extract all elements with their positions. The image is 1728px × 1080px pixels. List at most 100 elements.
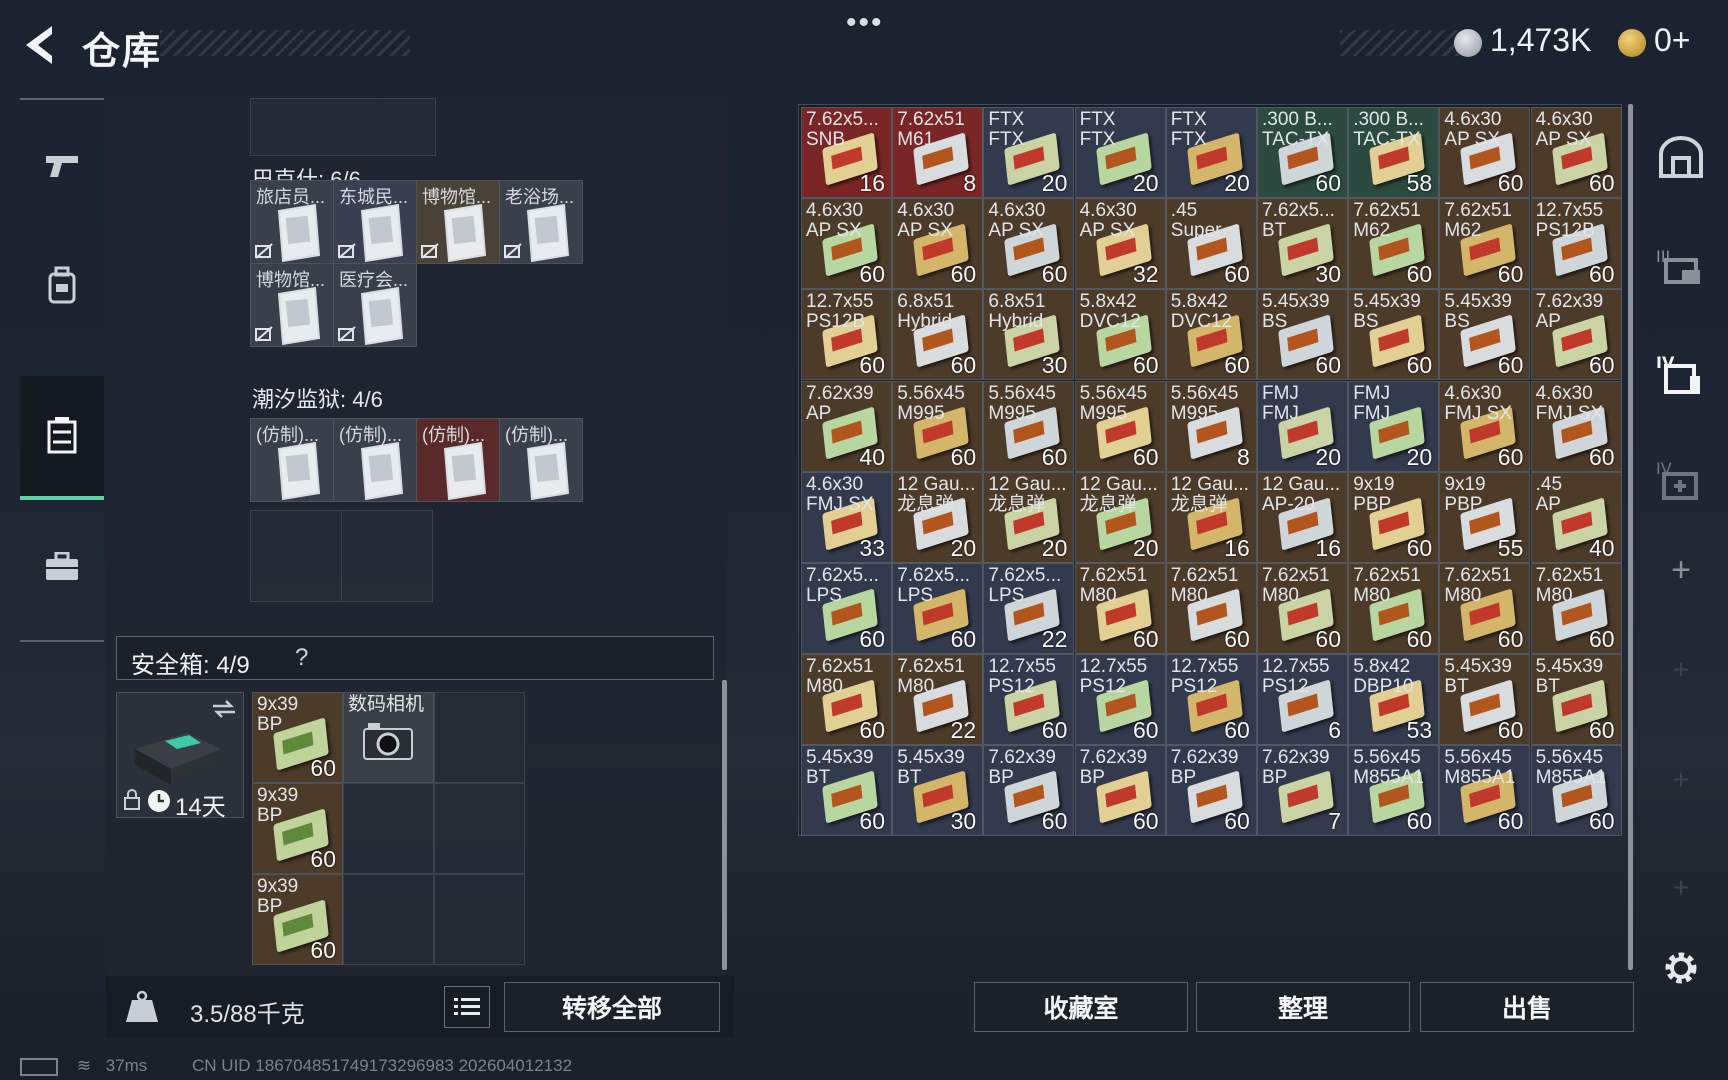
ammo-cell[interactable]: 4.6x30 FMJ SX 60 (1530, 380, 1622, 472)
ammo-cell[interactable]: 7.62x39 BP 60 (1165, 745, 1257, 837)
ammo-cell[interactable]: FTX FTX 20 (1165, 107, 1257, 198)
ammo-cell[interactable]: 4.6x30 AP SX 60 (1530, 107, 1622, 198)
ammo-cell[interactable]: 12.7x55 PS12B 60 (1530, 198, 1622, 290)
collection-room-button[interactable]: 收藏室 (974, 982, 1188, 1032)
safebox-item[interactable]: 数码相机 (343, 692, 434, 783)
nav-weapons[interactable] (20, 110, 104, 220)
ammo-cell[interactable]: 4.6x30 FMJ SX 60 (1439, 380, 1531, 472)
key-item[interactable]: (仿制)... (499, 418, 583, 502)
ammo-cell[interactable]: 5.56x45 M995 60 (983, 380, 1075, 472)
ammo-cell[interactable]: 5.56x45 M855A1 60 (1530, 745, 1622, 837)
key-item[interactable]: (仿制)... (416, 418, 500, 502)
gold-coin-icon[interactable] (1618, 29, 1646, 57)
ammo-cell[interactable]: 4.6x30 AP SX 60 (1439, 107, 1531, 198)
key-item[interactable]: 老浴场... (499, 180, 583, 264)
ammo-cell[interactable]: 7.62x51 M80 60 (1257, 563, 1348, 654)
ammo-cell[interactable]: 5.45x39 BS 60 (1348, 289, 1440, 381)
key-item[interactable]: 东城民... (333, 180, 417, 264)
empty-slot[interactable] (250, 510, 342, 602)
safebox-item[interactable]: 9x39 BP 60 (252, 783, 343, 874)
ammo-cell[interactable]: 7.62x51 M62 60 (1348, 198, 1440, 290)
ammo-cell[interactable]: 5.45x39 BT 60 (801, 745, 892, 837)
ammo-cell[interactable]: 7.62x51 M80 60 (1530, 563, 1622, 654)
add-storage-icon[interactable]: + (1640, 858, 1722, 918)
key-item[interactable]: 医疗会... (333, 263, 417, 347)
sort-button[interactable]: 整理 (1196, 982, 1410, 1032)
nav-storage-4[interactable]: IV (1640, 324, 1722, 424)
ammo-cell[interactable]: 12.7x55 PS12 60 (1074, 654, 1166, 746)
ammo-cell[interactable]: 7.62x39 AP 60 (1530, 289, 1622, 381)
ammo-cell[interactable]: 7.62x5... LPS 60 (801, 563, 892, 654)
ammo-cell[interactable]: 7.62x51 M80 60 (1348, 563, 1440, 654)
nav-briefcase[interactable] (20, 512, 104, 622)
ammo-cell[interactable]: 5.56x45 M995 60 (892, 380, 984, 472)
back-button[interactable] (20, 22, 60, 68)
nav-storage-4-add[interactable]: IV (1640, 430, 1722, 530)
more-options-icon[interactable]: ••• (846, 6, 884, 40)
safebox-item[interactable]: 9x39 BP 60 (252, 874, 343, 965)
ammo-cell[interactable]: 4.6x30 AP SX 60 (983, 198, 1075, 290)
nav-warehouse[interactable] (20, 376, 104, 500)
ammo-cell[interactable]: 5.56x45 M995 60 (1074, 380, 1166, 472)
ammo-cell[interactable]: 5.56x45 M995 8 (1165, 380, 1257, 472)
ammo-cell[interactable]: 7.62x5... SNB 16 (801, 107, 892, 198)
ammo-cell[interactable]: .45 Super 60 (1165, 198, 1257, 290)
ammo-cell[interactable]: 7.62x51 M80 60 (801, 654, 892, 746)
ammo-cell[interactable]: 7.62x51 M80 60 (1074, 563, 1166, 654)
nav-storage-3[interactable]: III (1640, 216, 1722, 316)
ammo-cell[interactable]: 4.6x30 AP SX 60 (801, 198, 892, 290)
empty-slot[interactable] (343, 874, 434, 965)
ammo-cell[interactable]: .45 AP 40 (1530, 471, 1622, 563)
empty-slot[interactable] (343, 783, 434, 874)
ammo-cell[interactable]: 5.8x42 DVC12 60 (1165, 289, 1257, 381)
ammo-cell[interactable]: FMJ FMJ 20 (1257, 380, 1348, 472)
storage-scrollbar[interactable] (1628, 104, 1633, 970)
ammo-cell[interactable]: FTX FTX 20 (983, 107, 1075, 198)
key-item[interactable]: (仿制)... (250, 418, 334, 502)
ammo-cell[interactable]: 7.62x51 M80 60 (1165, 563, 1257, 654)
ammo-cell[interactable]: 7.62x5... LPS 60 (892, 563, 984, 654)
ammo-cell[interactable]: 9x19 PBP 55 (1439, 471, 1531, 563)
inventory-scrollbar[interactable] (722, 680, 727, 970)
ammo-cell[interactable]: 5.56x45 M855A1 60 (1439, 745, 1531, 837)
add-storage-icon[interactable]: + (1640, 640, 1722, 700)
ammo-cell[interactable]: 5.45x39 BT 60 (1530, 654, 1622, 746)
key-item[interactable]: 博物馆... (416, 180, 500, 264)
ammo-cell[interactable]: 12 Gau... 龙息弹 20 (983, 471, 1075, 563)
ammo-cell[interactable]: 7.62x39 AP 40 (801, 380, 892, 472)
ammo-cell[interactable]: .300 B... TAC-TX 58 (1348, 107, 1440, 198)
ammo-cell[interactable]: 12 Gau... 龙息弹 16 (1165, 471, 1257, 563)
ammo-cell[interactable]: 7.62x51 M80 22 (892, 654, 984, 746)
ammo-cell[interactable]: 12 Gau... AP-20 16 (1257, 471, 1348, 563)
ammo-cell[interactable]: 9x19 PBP 60 (1348, 471, 1440, 563)
nav-backpack[interactable] (20, 230, 104, 340)
add-storage-icon[interactable]: + (1640, 750, 1722, 810)
settings-button[interactable] (1640, 936, 1722, 1000)
ammo-cell[interactable]: 12 Gau... 龙息弹 20 (892, 471, 984, 563)
help-icon[interactable]: ? (295, 644, 308, 672)
ammo-cell[interactable]: 7.62x39 BP 7 (1257, 745, 1348, 837)
add-storage-icon[interactable]: + (1640, 540, 1722, 600)
ammo-cell[interactable]: 7.62x51 M61 8 (892, 107, 984, 198)
empty-slot[interactable] (434, 692, 525, 783)
key-item[interactable]: 旅店员... (250, 180, 334, 264)
ammo-cell[interactable]: 5.56x45 M855A1 60 (1348, 745, 1440, 837)
ammo-cell[interactable]: 12 Gau... 龙息弹 20 (1074, 471, 1166, 563)
ammo-cell[interactable]: 5.8x42 DVC12 60 (1074, 289, 1166, 381)
ammo-cell[interactable]: 4.6x30 AP SX 60 (892, 198, 984, 290)
ammo-cell[interactable]: 4.6x30 AP SX 32 (1074, 198, 1166, 290)
ammo-cell[interactable]: 7.62x51 M62 60 (1439, 198, 1531, 290)
sell-button[interactable]: 出售 (1420, 982, 1634, 1032)
ammo-cell[interactable]: 5.45x39 BS 60 (1257, 289, 1348, 381)
list-view-button[interactable] (444, 986, 490, 1028)
ammo-cell[interactable]: 12.7x55 PS12 60 (1165, 654, 1257, 746)
swap-icon[interactable] (211, 699, 237, 719)
ammo-cell[interactable]: 12.7x55 PS12 60 (983, 654, 1075, 746)
transfer-all-button[interactable]: 转移全部 (504, 982, 720, 1032)
ammo-cell[interactable]: FTX FTX 20 (1074, 107, 1166, 198)
ammo-cell[interactable]: 5.8x42 DBP10 53 (1348, 654, 1440, 746)
nav-storage-1[interactable] (1640, 108, 1722, 208)
empty-slot[interactable] (341, 510, 433, 602)
ammo-cell[interactable]: 6.8x51 Hybrid 30 (983, 289, 1075, 381)
ammo-cell[interactable]: 4.6x30 FMJ SX 33 (801, 471, 892, 563)
